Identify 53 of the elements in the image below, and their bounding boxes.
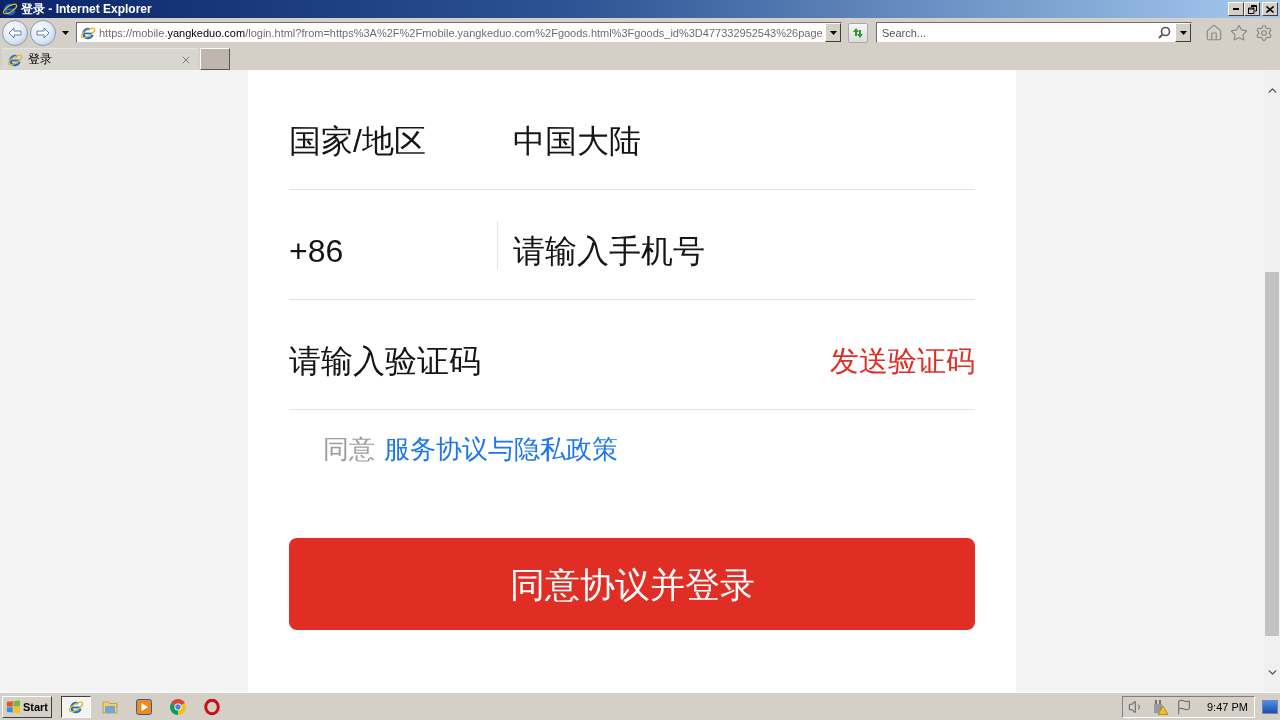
search-icon [1158, 26, 1171, 39]
settings-icon [1255, 23, 1273, 42]
four-pane-logo-icon [6, 699, 21, 714]
address-dropdown-button[interactable] [825, 23, 841, 42]
round-logo-icon [170, 698, 186, 715]
show-desktop-button[interactable] [1262, 699, 1278, 714]
close-button[interactable] [1262, 2, 1278, 16]
scrollbar-thumb[interactable] [1265, 272, 1279, 636]
arrow-right-icon [36, 26, 50, 39]
caret-down-icon [1179, 30, 1187, 35]
region-label: 国家/地区 [289, 121, 426, 161]
folder-icon [102, 699, 118, 714]
two-arrows-icon [851, 26, 865, 39]
restore-button[interactable] [1244, 2, 1260, 16]
play-icon [136, 698, 152, 715]
policy-link[interactable]: 服务协议与隐私政策 [384, 430, 618, 468]
minimize-icon [1233, 8, 1239, 10]
flag-icon[interactable] [1176, 698, 1192, 715]
minimize-button[interactable] [1228, 2, 1244, 16]
compatibility-button[interactable] [848, 22, 868, 43]
arrow-left-icon [8, 26, 22, 39]
address-field[interactable]: https://mobile.yangkeduo.com/login.html?from=https%3A%2F%2Fmobile.yangkeduo.com%2Fgoods.html%3Fgoods_id%3D477332952543%26page [76, 22, 842, 43]
start-button[interactable]: Start [2, 695, 52, 718]
region-value[interactable]: 中国大陆 [513, 119, 641, 164]
search-field[interactable]: Search... [876, 22, 1192, 43]
network-warning-icon[interactable] [1151, 698, 1169, 715]
close-icon [1266, 5, 1274, 13]
settings-button[interactable] [1255, 23, 1273, 42]
tab-label: 登录 [28, 51, 53, 68]
back-button[interactable] [2, 19, 28, 46]
url-text: https://mobile.yangkeduo.com/login.html?from=https%3A%2F%2Fmobile.yangkeduo.com%2Fgoods.html%3Fgoods_id%3D477332952543%26page [99, 26, 824, 39]
scrollbar[interactable] [1264, 70, 1280, 692]
country-code[interactable]: +86 [289, 233, 344, 270]
taskbar-app-button[interactable] [61, 695, 91, 718]
agree-label: 同意 [323, 433, 375, 466]
e-logo-icon [2, 1, 18, 17]
favorites-button[interactable] [1230, 23, 1248, 42]
home-icon [1205, 23, 1223, 42]
ring-logo-icon [204, 698, 220, 715]
clock[interactable]: 9:47 PM [1207, 700, 1248, 713]
window-title: 登录 - Internet Explorer [21, 0, 152, 18]
search-dropdown-button[interactable] [1175, 23, 1191, 42]
caret-down-icon [61, 30, 69, 35]
login-button[interactable]: 同意协议并登录 [289, 538, 975, 630]
code-input-field[interactable]: 请输入验证码 [289, 331, 830, 392]
new-tab-button[interactable] [200, 48, 230, 70]
home-button[interactable] [1205, 23, 1223, 42]
browser-tab[interactable]: 登录 [2, 48, 198, 70]
send-code-button[interactable]: 发送验证码 [830, 341, 975, 382]
restore-icon [1247, 4, 1257, 14]
star-icon [1230, 23, 1248, 42]
caret-down-icon [829, 30, 837, 35]
phone-input-field[interactable]: 请输入手机号 [513, 221, 975, 282]
